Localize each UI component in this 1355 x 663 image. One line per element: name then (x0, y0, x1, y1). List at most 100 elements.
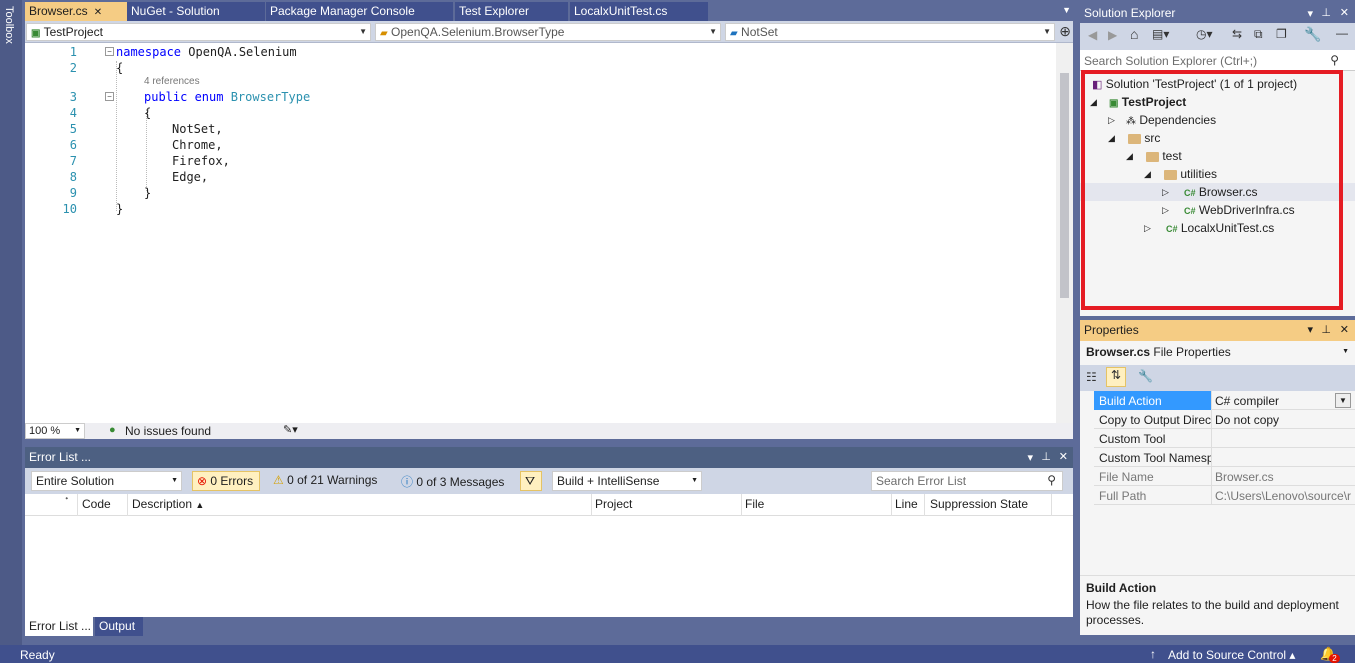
indent-guide (116, 61, 117, 211)
tab-label: NuGet - Solution (131, 4, 220, 18)
pin-icon[interactable]: ⊥ (1041, 450, 1051, 463)
sort-indicator-icon: ᐩ (65, 495, 69, 505)
notification-badge: 2 (1329, 654, 1340, 663)
dropdown-icon[interactable]: ▾ (1307, 323, 1313, 336)
warnings-filter-button[interactable]: ⚠ 0 of 21 Warnings (269, 471, 387, 491)
tab-error-list[interactable]: Error List ... (25, 617, 93, 636)
categorized-icon[interactable]: ☷ (1086, 370, 1097, 384)
error-list-body[interactable] (25, 516, 1073, 617)
collapse-icon[interactable]: − (105, 92, 114, 101)
error-search-input[interactable]: Search Error List ⚲ (871, 471, 1063, 491)
property-description: Build Action How the file relates to the… (1080, 575, 1355, 635)
code-line-6: Chrome, (172, 138, 223, 152)
errors-filter-button[interactable]: ⊗ 0 Errors (192, 471, 260, 491)
property-row[interactable]: Custom Tool Namespace (1094, 448, 1355, 467)
close-icon[interactable]: ✕ (94, 7, 102, 18)
add-to-source-control-button[interactable]: Add to Source Control ▴ (1168, 648, 1295, 662)
properties-toolbar: ☷ ⇅ 🔧 (1080, 365, 1355, 391)
solution-explorer-title-bar: Solution Explorer ▾ ⊥ ✕ (1080, 3, 1355, 23)
property-row[interactable]: File Name Browser.cs (1094, 467, 1355, 486)
column-project[interactable]: Project (595, 497, 632, 511)
solution-explorer-toolbar: ◀ ▶ ⌂ ▤▾ ◷▾ ⇆ ⧉ ❐ 🔧 — (1080, 23, 1355, 50)
zoom-value: 100 % (29, 425, 61, 437)
column-suppression-state[interactable]: Suppression State (930, 497, 1028, 511)
chevron-down-icon: ▼ (709, 27, 717, 36)
type-dropdown[interactable]: ▰ OpenQA.Selenium.BrowserType ▼ (375, 23, 721, 41)
member-dropdown[interactable]: ▰ NotSet ▼ (725, 23, 1055, 41)
split-editor-icon[interactable]: ⊕ (1059, 23, 1071, 40)
property-row[interactable]: Custom Tool (1094, 429, 1355, 448)
show-all-files-icon[interactable]: ❐ (1276, 27, 1287, 41)
back-icon[interactable]: ◀ (1088, 28, 1097, 42)
tab-label: Error List ... (29, 619, 92, 633)
issues-status[interactable]: No issues found (125, 424, 211, 438)
close-icon[interactable]: ✕ (1340, 323, 1349, 336)
pending-changes-icon[interactable]: ◷▾ (1196, 27, 1213, 41)
properties-grid: Build Action C# compiler ▼ Copy to Outpu… (1080, 391, 1355, 575)
property-pages-icon[interactable]: 🔧 (1138, 369, 1153, 383)
code-editor[interactable]: 1 2 3 4 5 6 7 8 9 10 − − namespace OpenQ… (25, 43, 1073, 423)
property-name: Custom Tool Namespace (1099, 451, 1211, 465)
chevron-down-icon[interactable]: ▼ (1335, 393, 1351, 408)
scope-dropdown[interactable]: Entire Solution ▼ (31, 471, 182, 491)
forward-icon[interactable]: ▶ (1108, 28, 1117, 42)
property-name: Copy to Output Directory (1099, 413, 1211, 427)
member-dropdown-value: NotSet (741, 25, 778, 39)
tab-package-manager-console[interactable]: Package Manager Console (266, 2, 453, 21)
sync-icon[interactable]: ⇆ (1232, 27, 1242, 41)
zoom-dropdown[interactable]: 100 % ▼ (25, 423, 85, 439)
messages-filter-button[interactable]: ⓘ 0 of 3 Messages (397, 471, 513, 491)
chevron-down-icon: ▼ (74, 427, 81, 434)
solution-explorer-title: Solution Explorer (1084, 6, 1176, 20)
pin-icon[interactable]: ⊥ (1321, 6, 1331, 19)
type-dropdown-value: OpenQA.Selenium.BrowserType (391, 25, 565, 39)
build-filter-dropdown[interactable]: Build + IntelliSense ▼ (552, 471, 702, 491)
error-list-toolbar: Entire Solution ▼ ⊗ 0 Errors ⚠ 0 of 21 W… (25, 468, 1073, 494)
tab-label: Output (99, 619, 136, 633)
property-row[interactable]: Copy to Output Directory Do not copy (1094, 410, 1355, 429)
wrench-icon[interactable]: 🔧 (1304, 26, 1321, 43)
property-row[interactable]: Full Path C:\Users\Lenovo\source\r (1094, 486, 1355, 505)
code-line-3: public enum BrowserType (144, 90, 311, 104)
collapse-all-icon[interactable]: ⧉ (1254, 27, 1263, 42)
alphabetical-icon[interactable]: ⇅ (1106, 367, 1126, 387)
sort-ascending-icon: ▲ (195, 500, 205, 510)
more-icon[interactable]: — (1336, 26, 1348, 40)
project-dropdown[interactable]: ▣ TestProject ▼ (26, 23, 371, 41)
tab-test-explorer[interactable]: Test Explorer (455, 2, 568, 21)
collapse-icon[interactable]: − (105, 47, 114, 56)
dropdown-icon[interactable]: ▾ (1307, 7, 1313, 20)
toolbox-strip[interactable]: Toolbox (0, 0, 22, 645)
tab-localxunittest[interactable]: LocalxUnitTest.cs (570, 2, 708, 21)
column-description[interactable]: Description ▲ (132, 497, 204, 511)
solution-explorer-search-input[interactable]: Search Solution Explorer (Ctrl+;) ⚲ (1080, 50, 1355, 71)
column-line[interactable]: Line (895, 497, 918, 511)
clear-filter-button[interactable]: ⛛ (520, 471, 542, 491)
brush-icon[interactable]: ✎▾ (283, 423, 298, 436)
tab-nuget-solution[interactable]: NuGet - Solution (127, 2, 265, 21)
home-icon[interactable]: ⌂ (1130, 26, 1138, 42)
editor-vertical-scrollbar[interactable] (1056, 43, 1073, 423)
dropdown-icon[interactable]: ▾ (1027, 451, 1033, 464)
codelens-references[interactable]: 4 references (144, 76, 200, 87)
indent-guide (146, 109, 147, 191)
switch-views-icon[interactable]: ▤▾ (1152, 27, 1169, 41)
close-icon[interactable]: ✕ (1340, 6, 1349, 19)
scrollbar-thumb[interactable] (1060, 73, 1069, 298)
column-file[interactable]: File (745, 497, 764, 511)
messages-count: 0 of 3 Messages (416, 475, 505, 489)
properties-object-selector[interactable]: Browser.cs File Properties ▼ (1080, 341, 1355, 365)
tab-output[interactable]: Output (95, 617, 143, 636)
description-title: Build Action (1086, 581, 1157, 595)
errors-count: 0 Errors (210, 474, 254, 488)
code-line-9: } (144, 186, 152, 200)
tab-browser-cs[interactable]: Browser.cs ✕ (25, 2, 127, 21)
pin-icon[interactable]: ⊥ (1321, 323, 1331, 336)
property-row[interactable]: Build Action C# compiler ▼ (1094, 391, 1355, 410)
error-list-title-bar: Error List ... ▾ ⊥ ✕ (25, 447, 1073, 468)
column-code[interactable]: Code (82, 497, 111, 511)
search-icon: ⚲ (1047, 473, 1056, 487)
warnings-count: 0 of 21 Warnings (287, 473, 378, 487)
close-icon[interactable]: ✕ (1059, 450, 1068, 463)
tab-overflow-icon[interactable]: ▼ (1062, 5, 1071, 15)
